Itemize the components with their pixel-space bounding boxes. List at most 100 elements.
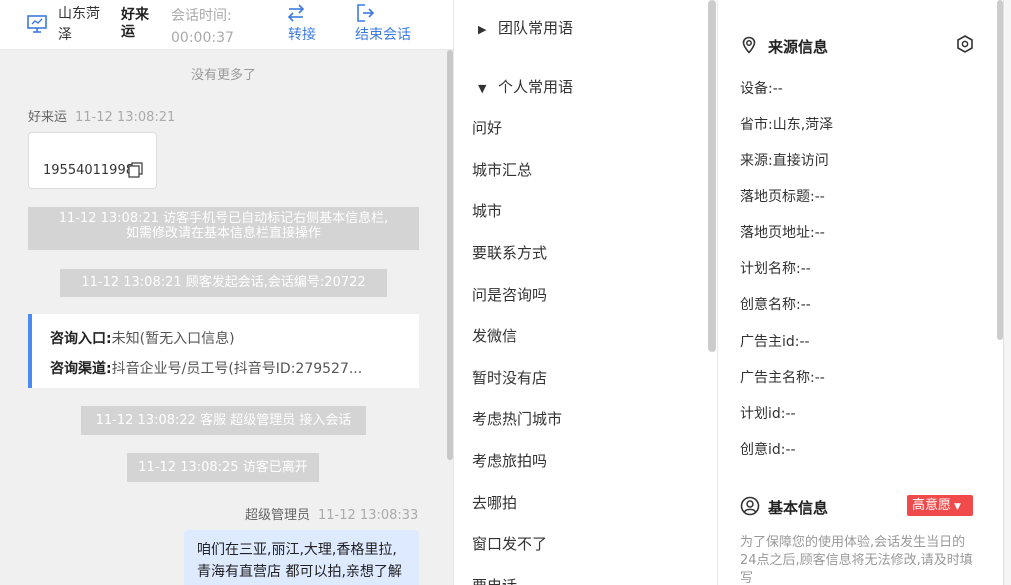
phrase-item[interactable]: 考虑热门城市	[472, 408, 562, 429]
consult-channel-row: 咨询渠道:抖音企业号/员工号(抖音号ID:279527...	[50, 358, 410, 378]
intent-level-dropdown[interactable]: 高意愿 ▼	[907, 495, 973, 516]
field-source: 来源:直接访问	[740, 150, 829, 170]
field-value: --	[814, 370, 825, 386]
field-label: 来源:	[740, 153, 773, 169]
field-value: --	[799, 334, 810, 350]
team-phrases-label: 团队常用语	[498, 19, 574, 37]
team-phrases-group[interactable]: ▶ 团队常用语	[478, 17, 573, 38]
caret-right-icon: ▶	[478, 23, 487, 36]
field-value: --	[785, 442, 796, 458]
field-landing-title: 落地页标题:--	[740, 186, 825, 206]
field-creative-name: 创意名称:--	[740, 294, 811, 314]
phrase-item[interactable]: 去哪拍	[472, 492, 517, 513]
phrase-item[interactable]: 问是咨询吗	[472, 284, 547, 305]
field-advertiser-id: 广告主id:--	[740, 331, 810, 351]
field-value: --	[814, 189, 825, 205]
visitor-msg-sender: 好来运	[28, 110, 68, 125]
field-landing-url: 落地页地址:--	[740, 222, 825, 242]
copy-icon[interactable]	[128, 162, 144, 178]
field-value: 直接访问	[772, 153, 829, 169]
consult-entry-row: 咨询入口:未知(暂无入口信息)	[50, 328, 410, 348]
chat-panel: 山东菏泽 好来运 会话时间: 00:00:37 转接 结束会话 没有更多了 好来…	[0, 0, 453, 585]
visitor-msg-bubble: 19554011998	[28, 132, 157, 189]
phrase-item[interactable]: 暂时没有店	[472, 367, 547, 388]
visitor-msg-content: 19554011998	[43, 163, 134, 178]
agent-msg-bubble: 咱们在三亚,丽江,大理,香格里拉,青海有直营店 都可以拍,亲想了解哪个城市的呢?…	[184, 530, 419, 585]
chat-message-list[interactable]: 没有更多了 好来运 11-12 13:08:21 19554011998 11-1…	[0, 50, 447, 585]
field-value: --	[772, 81, 783, 97]
intent-level-label: 高意愿	[912, 498, 952, 513]
system-message-phone-mark: 11-12 13:08:21 访客手机号已自动标记右侧基本信息栏, 如需修改请在…	[28, 207, 419, 250]
phrase-item[interactable]: 要电话	[472, 575, 517, 585]
transfer-button[interactable]: 转接	[284, 2, 320, 46]
field-label: 落地页地址:	[740, 225, 815, 241]
field-label: 广告主id:	[740, 334, 800, 350]
logout-icon	[357, 4, 375, 22]
field-value: --	[800, 297, 811, 313]
field-label: 落地页标题:	[740, 189, 815, 205]
field-creative-id: 创意id:--	[740, 439, 796, 459]
visitor-msg-meta: 好来运 11-12 13:08:21	[28, 106, 175, 125]
field-value: --	[814, 225, 825, 241]
chat-header: 山东菏泽 好来运 会话时间: 00:00:37 转接 结束会话	[0, 0, 453, 50]
phrases-scrollbar[interactable]	[708, 0, 716, 352]
caret-down-icon: ▼	[478, 82, 487, 95]
session-time-value: 00:00:37	[171, 30, 234, 46]
system-message-visitor-left: 11-12 13:08:25 访客已离开	[127, 453, 319, 482]
consult-channel-label: 咨询渠道:	[50, 361, 112, 377]
no-more-hint: 没有更多了	[190, 68, 256, 83]
field-label: 创意id:	[740, 442, 786, 458]
consult-info-card: 咨询入口:未知(暂无入口信息) 咨询渠道:抖音企业号/员工号(抖音号ID:279…	[28, 314, 419, 388]
visitor-location: 山东菏泽	[58, 6, 100, 43]
basic-info-title: 基本信息	[768, 499, 829, 517]
common-phrases-panel: ▶ 团队常用语 ▼ 个人常用语 问好 城市汇总 城市 要联系方式 问是咨询吗 发微信…	[453, 0, 717, 585]
visitor-msg-time: 11-12 13:08:21	[75, 110, 176, 125]
agent-msg-time: 11-12 13:08:33	[318, 508, 419, 523]
field-value: --	[785, 406, 796, 422]
field-province-city: 省市:山东,菏泽	[740, 114, 833, 134]
consult-entry-value: 未知(暂无入口信息)	[111, 331, 235, 347]
field-label: 设备:	[740, 81, 773, 97]
edit-notice: 为了保障您的使用体验,会话发生当日的24点之后,顾客信息将无法修改,请及时填写	[740, 535, 973, 585]
system-message-line: 11-12 13:08:21 访客手机号已自动标记右侧基本信息栏,	[58, 211, 389, 226]
field-label: 创意名称:	[740, 297, 801, 313]
phrase-item[interactable]: 要联系方式	[472, 242, 547, 263]
personal-phrases-label: 个人常用语	[498, 78, 574, 96]
phrase-item[interactable]: 发微信	[472, 325, 517, 346]
system-message-agent-joined: 11-12 13:08:22 客服 超级管理员 接入会话	[81, 406, 366, 435]
consult-channel-value: 抖音企业号/员工号(抖音号ID:279527...	[111, 361, 363, 377]
transfer-icon	[287, 4, 305, 22]
settings-icon[interactable]	[955, 34, 975, 54]
phrase-item[interactable]: 城市汇总	[472, 159, 532, 180]
chevron-down-icon: ▼	[954, 502, 961, 512]
end-session-label: 结束会话	[355, 27, 411, 43]
system-message-line: 如需修改请在基本信息栏直接操作	[125, 226, 321, 241]
phrase-item[interactable]: 考虑旅拍吗	[472, 450, 547, 471]
phrase-item[interactable]: 城市	[472, 200, 502, 221]
session-time-label: 会话时间:	[171, 8, 232, 24]
transfer-label: 转接	[288, 27, 316, 43]
consult-entry-label: 咨询入口:	[50, 331, 112, 347]
field-advertiser-name: 广告主名称:--	[740, 367, 825, 387]
field-value: --	[800, 261, 811, 277]
field-plan-id: 计划id:--	[740, 403, 796, 423]
field-label: 广告主名称:	[740, 370, 815, 386]
end-session-button[interactable]: 结束会话	[355, 2, 419, 46]
field-label: 计划id:	[740, 406, 786, 422]
field-value: 山东,菏泽	[772, 117, 834, 133]
session-time: 会话时间: 00:00:37	[171, 5, 234, 49]
user-icon	[740, 496, 760, 516]
field-label: 省市:	[740, 117, 773, 133]
agent-msg-sender: 超级管理员	[245, 508, 311, 523]
phrase-item[interactable]: 问好	[472, 117, 502, 138]
field-device: 设备:--	[740, 78, 783, 98]
monitor-icon	[27, 15, 47, 33]
window-edge	[1003, 0, 1011, 585]
personal-phrases-group[interactable]: ▼ 个人常用语	[478, 76, 573, 97]
phrase-item[interactable]: 窗口发不了	[472, 533, 547, 554]
system-message-session-start: 11-12 13:08:21 顾客发起会话,会话编号:20722	[60, 269, 387, 297]
visitor-name: 好来运	[121, 7, 149, 40]
field-plan-name: 计划名称:--	[740, 258, 811, 278]
agent-msg-meta: 超级管理员 11-12 13:08:33	[245, 504, 418, 523]
source-info-title: 来源信息	[768, 38, 829, 56]
